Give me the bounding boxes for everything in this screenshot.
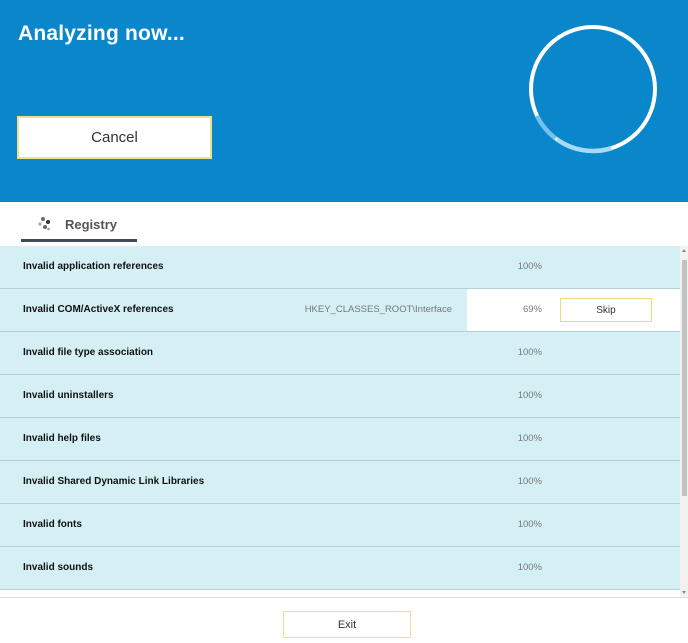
item-name: Invalid fonts [23, 519, 82, 530]
item-percent: 100% [517, 261, 542, 272]
tab-registry[interactable]: Registry [21, 210, 137, 242]
progress-ring-icon [529, 25, 657, 154]
item-path: HKEY_CLASSES_ROOT\Interface [304, 304, 452, 315]
item-name: Invalid Shared Dynamic Link Libraries [23, 476, 205, 487]
list-item: Invalid fonts 100% [0, 504, 680, 547]
list-scrollbar[interactable] [680, 246, 688, 597]
page-title: Analyzing now... [18, 22, 185, 45]
cancel-button[interactable]: Cancel [17, 116, 212, 159]
item-name: Invalid application references [23, 261, 164, 272]
item-name: Invalid file type association [23, 347, 154, 358]
item-percent: 100% [517, 519, 542, 530]
item-name: Invalid COM/ActiveX references [23, 304, 174, 315]
list-item-active: Invalid COM/ActiveX references HKEY_CLAS… [0, 289, 680, 332]
item-name: Invalid help files [23, 433, 101, 444]
exit-button[interactable]: Exit [283, 611, 411, 638]
tab-bar: Registry [0, 202, 688, 246]
registry-icon [38, 216, 50, 230]
header: Analyzing now... Cancel [0, 0, 688, 202]
item-percent: 69% [522, 304, 542, 315]
item-name: Invalid uninstallers [23, 390, 114, 401]
item-name: Invalid sounds [23, 562, 94, 573]
list-item: Invalid Shared Dynamic Link Libraries 10… [0, 461, 680, 504]
list-item: Invalid file type association 100% [0, 332, 680, 375]
list-item: Invalid help files 100% [0, 418, 680, 461]
tab-label: Registry [65, 217, 118, 232]
item-percent: 100% [517, 390, 542, 401]
skip-button[interactable]: Skip [560, 298, 652, 322]
scroll-thumb[interactable] [682, 260, 687, 496]
scroll-up-icon[interactable] [682, 249, 686, 252]
item-percent: 100% [517, 433, 542, 444]
list-item: Invalid application references 100% [0, 246, 680, 289]
item-percent: 100% [517, 562, 542, 573]
scan-results-list: Invalid application references 100% Inva… [0, 246, 680, 590]
list-item: Invalid sounds 100% [0, 547, 680, 590]
footer-divider [0, 597, 688, 598]
list-item: Invalid uninstallers 100% [0, 375, 680, 418]
item-percent: 100% [517, 347, 542, 358]
item-percent: 100% [517, 476, 542, 487]
scroll-down-icon[interactable] [682, 591, 686, 594]
